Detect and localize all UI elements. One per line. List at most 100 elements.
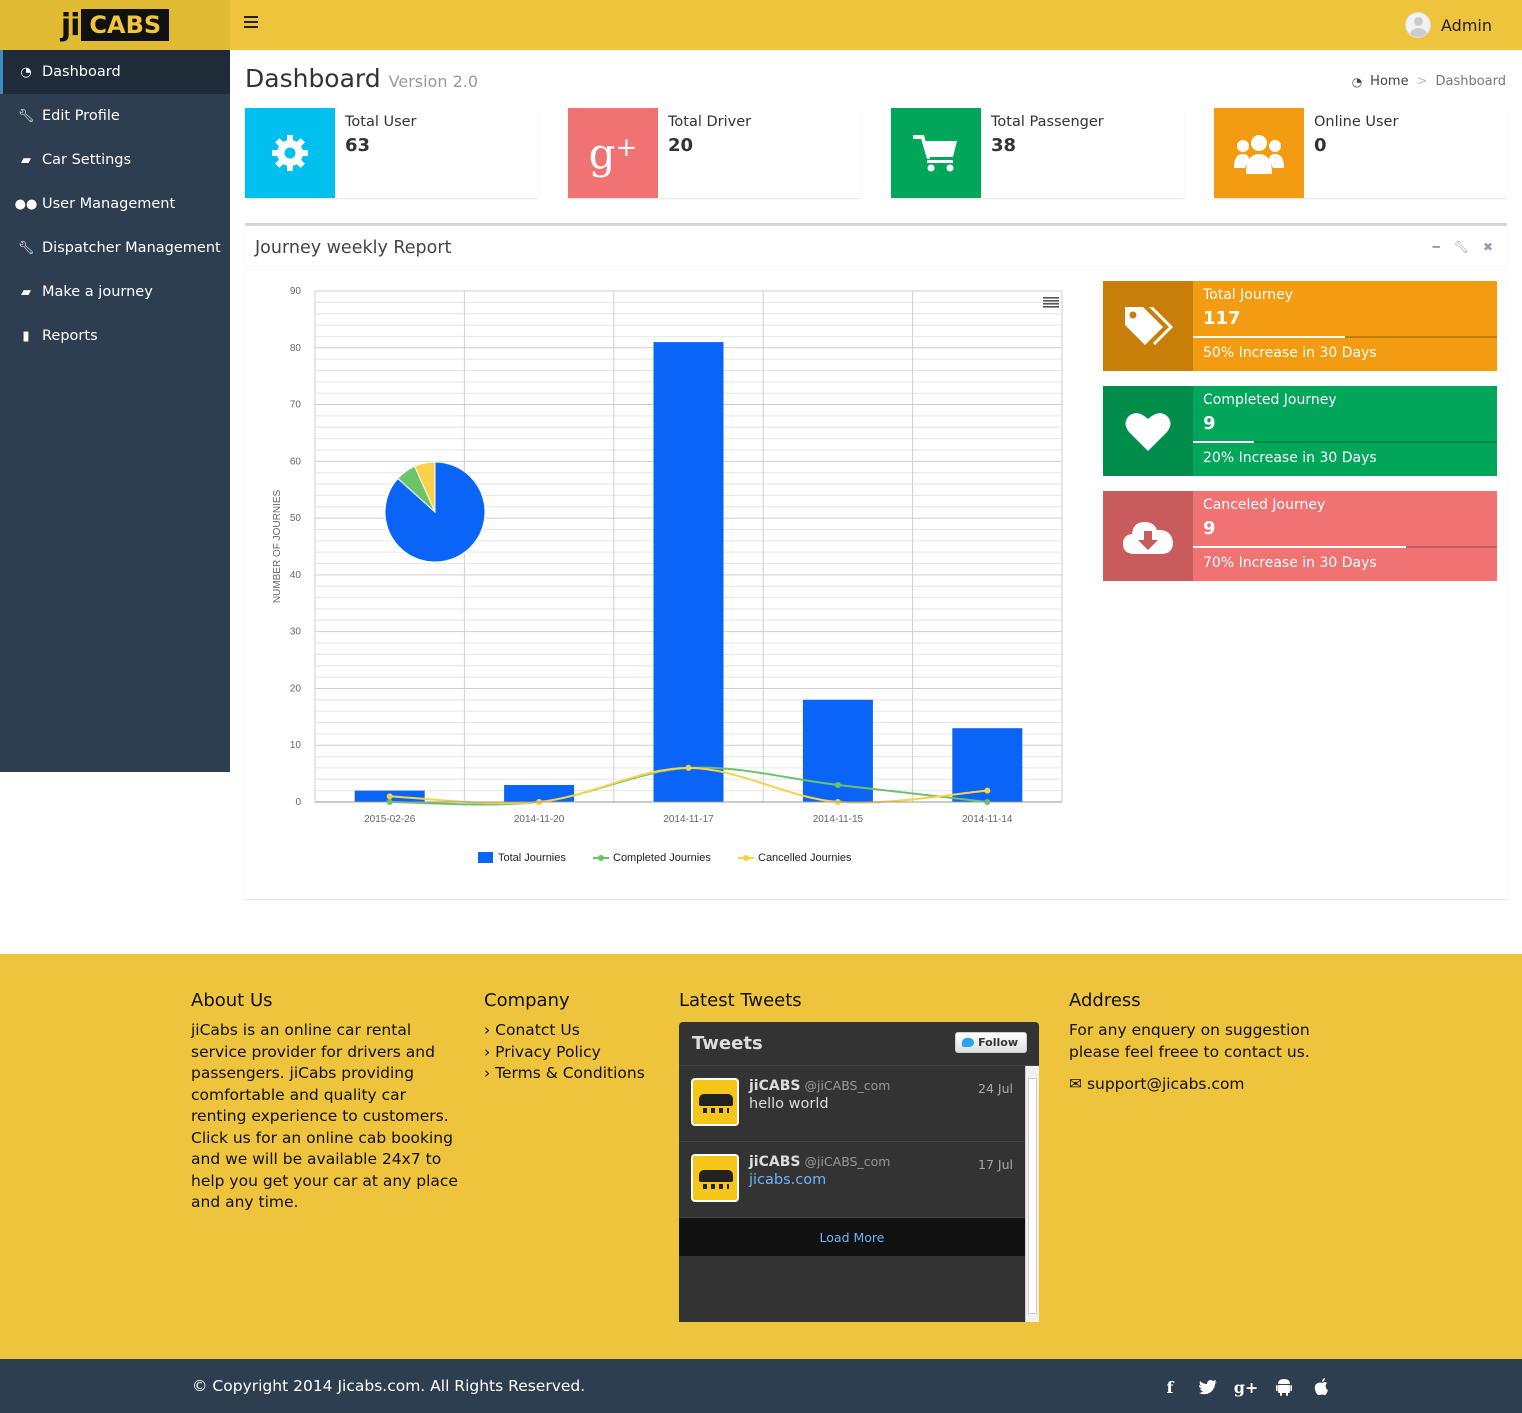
info-box-total-passenger: Total Passenger 38	[891, 108, 1184, 198]
y-tick-label: 50	[290, 513, 302, 524]
sidebar: ◔ Dashboard 🔧︎ Edit Profile ▰ Car Settin…	[0, 50, 230, 772]
close-icon[interactable]: ✖	[1483, 240, 1493, 254]
google-plus-icon: g +	[568, 108, 658, 198]
tweet-author[interactable]: jiCABS @jiCABS_com	[749, 1078, 890, 1094]
tweet-author-name: jiCABS	[749, 1078, 801, 1094]
stat-description: 70% Increase in 30 Days	[1203, 555, 1377, 571]
breadcrumb-separator: >	[1416, 74, 1428, 89]
stat-description: 20% Increase in 30 Days	[1203, 450, 1377, 466]
envelope-icon: ✉	[1069, 1075, 1082, 1093]
legend-label: Completed Journies	[613, 852, 711, 864]
logo-ji: ji	[60, 7, 81, 43]
footer-link-terms[interactable]: › Terms & Conditions	[484, 1063, 664, 1085]
tweet-handle: @jiCABS_com	[804, 1154, 891, 1169]
y-tick-label: 60	[290, 456, 302, 467]
journey-report-panel: Journey weekly Report ━ 🔧︎ ✖ 0 10 20 30 40 50…	[245, 223, 1507, 899]
tweet-date[interactable]: 17 Jul	[978, 1157, 1013, 1172]
stat-value: 117	[1203, 308, 1241, 329]
follow-label: Follow	[978, 1036, 1018, 1049]
stat-progress	[1193, 546, 1497, 548]
wrench-icon: 🔧︎	[17, 108, 35, 124]
tweet-date[interactable]: 24 Jul	[978, 1081, 1013, 1096]
user-name: Admin	[1441, 15, 1492, 35]
footer-about: About Us jiCabs is an online car rental …	[191, 990, 461, 1214]
sidebar-item-edit-profile[interactable]: 🔧︎ Edit Profile	[0, 94, 230, 138]
breadcrumb: ◔ Home > Dashboard	[1352, 74, 1506, 89]
wrench-icon[interactable]: 🔧︎	[1454, 240, 1469, 254]
page-title: Dashboard Version 2.0	[245, 64, 478, 93]
footer-company: Company › Conatct Us › Privacy Policy › …	[484, 990, 664, 1085]
sidebar-item-label: Make a journey	[42, 284, 153, 300]
google-plus-icon[interactable]: g+	[1234, 1377, 1259, 1397]
tweets-scrollbar[interactable]	[1025, 1066, 1039, 1322]
tweet-avatar[interactable]	[691, 1078, 739, 1126]
stat-progress	[1193, 441, 1497, 443]
info-box-value: 20	[668, 135, 694, 156]
breadcrumb-home[interactable]: Home	[1370, 74, 1408, 89]
x-tick-label: 2014-11-17	[663, 814, 714, 825]
load-more-button[interactable]: Load More	[679, 1218, 1025, 1256]
page-subtitle: Version 2.0	[388, 72, 479, 91]
tweet-avatar[interactable]	[691, 1154, 739, 1202]
stat-completed-journey: Completed Journey 9 20% Increase in 30 D…	[1103, 386, 1497, 476]
tweet-item: jiCABS @jiCABS_com 24 Jul hello world	[679, 1066, 1025, 1142]
menu-bar	[1043, 306, 1059, 308]
panel-title: Journey weekly Report	[255, 238, 452, 258]
tweet-author-name: jiCABS	[749, 1154, 801, 1170]
y-tick-label: 10	[290, 740, 302, 751]
twitter-widget: Tweets Follow jiCABS @jiCABS_com 24 Jul h…	[679, 1022, 1039, 1322]
footer-link-label: Terms & Conditions	[495, 1064, 645, 1082]
bottom-bar: © Copyright 2014 Jicabs.com. All Rights …	[0, 1359, 1522, 1413]
footer-address-title: Address	[1069, 990, 1141, 1011]
sidebar-item-make-journey[interactable]: ▰ Make a journey	[0, 270, 230, 314]
user-menu[interactable]: Admin	[1405, 12, 1492, 38]
footer-link-privacy[interactable]: › Privacy Policy	[484, 1042, 664, 1064]
tweet-item: jiCABS @jiCABS_com 17 Jul jicabs.com	[679, 1142, 1025, 1218]
x-tick-label: 2014-11-15	[813, 814, 864, 825]
tweet-link[interactable]: jicabs.com	[749, 1172, 826, 1188]
footer-address-text: For any enquery on suggestion please fee…	[1069, 1021, 1310, 1061]
footer-company-title: Company	[484, 990, 570, 1011]
info-box-online-user: Online User 0	[1214, 108, 1507, 198]
footer-link-label: Conatct Us	[495, 1021, 580, 1039]
series-point	[386, 793, 393, 800]
twitter-icon[interactable]	[1198, 1377, 1218, 1397]
sidebar-item-dispatcher-management[interactable]: 🔧︎ Dispatcher Management	[0, 226, 230, 270]
gear-icon	[245, 108, 335, 198]
scrollbar-thumb[interactable]	[1028, 1078, 1037, 1314]
stat-progress	[1193, 336, 1497, 338]
sidebar-item-label: Reports	[42, 328, 98, 344]
dashboard-icon: ◔	[20, 64, 32, 80]
dashboard-icon: ◔	[1351, 74, 1363, 89]
facebook-icon[interactable]: f	[1160, 1377, 1180, 1397]
stat-label: Completed Journey	[1203, 392, 1337, 408]
footer-email[interactable]: ✉ support@jicabs.com	[1069, 1074, 1329, 1096]
apple-icon[interactable]	[1312, 1377, 1332, 1397]
logo[interactable]: ji CABS	[0, 0, 230, 50]
menu-toggle-icon[interactable]	[244, 16, 258, 30]
sidebar-item-car-settings[interactable]: ▰ Car Settings	[0, 138, 230, 182]
tags-icon	[1103, 281, 1193, 371]
sidebar-item-reports[interactable]: ▮ Reports	[0, 314, 230, 358]
sidebar-item-dashboard[interactable]: ◔ Dashboard	[0, 50, 230, 94]
android-icon[interactable]	[1274, 1377, 1294, 1397]
minimize-icon[interactable]: ━	[1432, 240, 1439, 254]
sidebar-item-label: Edit Profile	[42, 108, 120, 124]
follow-button[interactable]: Follow	[955, 1032, 1027, 1053]
footer: About Us jiCabs is an online car rental …	[0, 954, 1522, 1359]
info-box-label: Total Passenger	[991, 114, 1104, 130]
sidebar-item-user-management[interactable]: ●● User Management	[0, 182, 230, 226]
tweet-author[interactable]: jiCABS @jiCABS_com	[749, 1154, 890, 1170]
top-navbar: Admin	[230, 0, 1522, 50]
info-box-value: 0	[1314, 135, 1327, 156]
info-box-label: Total User	[345, 114, 417, 130]
footer-link-contact[interactable]: › Conatct Us	[484, 1020, 664, 1042]
legend-swatch	[478, 852, 493, 863]
series-point	[984, 787, 991, 794]
footer-link-label: Privacy Policy	[495, 1042, 601, 1061]
sidebar-item-label: Car Settings	[42, 152, 132, 168]
series-point	[834, 781, 841, 788]
cloud-download-icon	[1103, 491, 1193, 581]
menu-bar	[1043, 297, 1059, 299]
bar	[653, 342, 724, 802]
